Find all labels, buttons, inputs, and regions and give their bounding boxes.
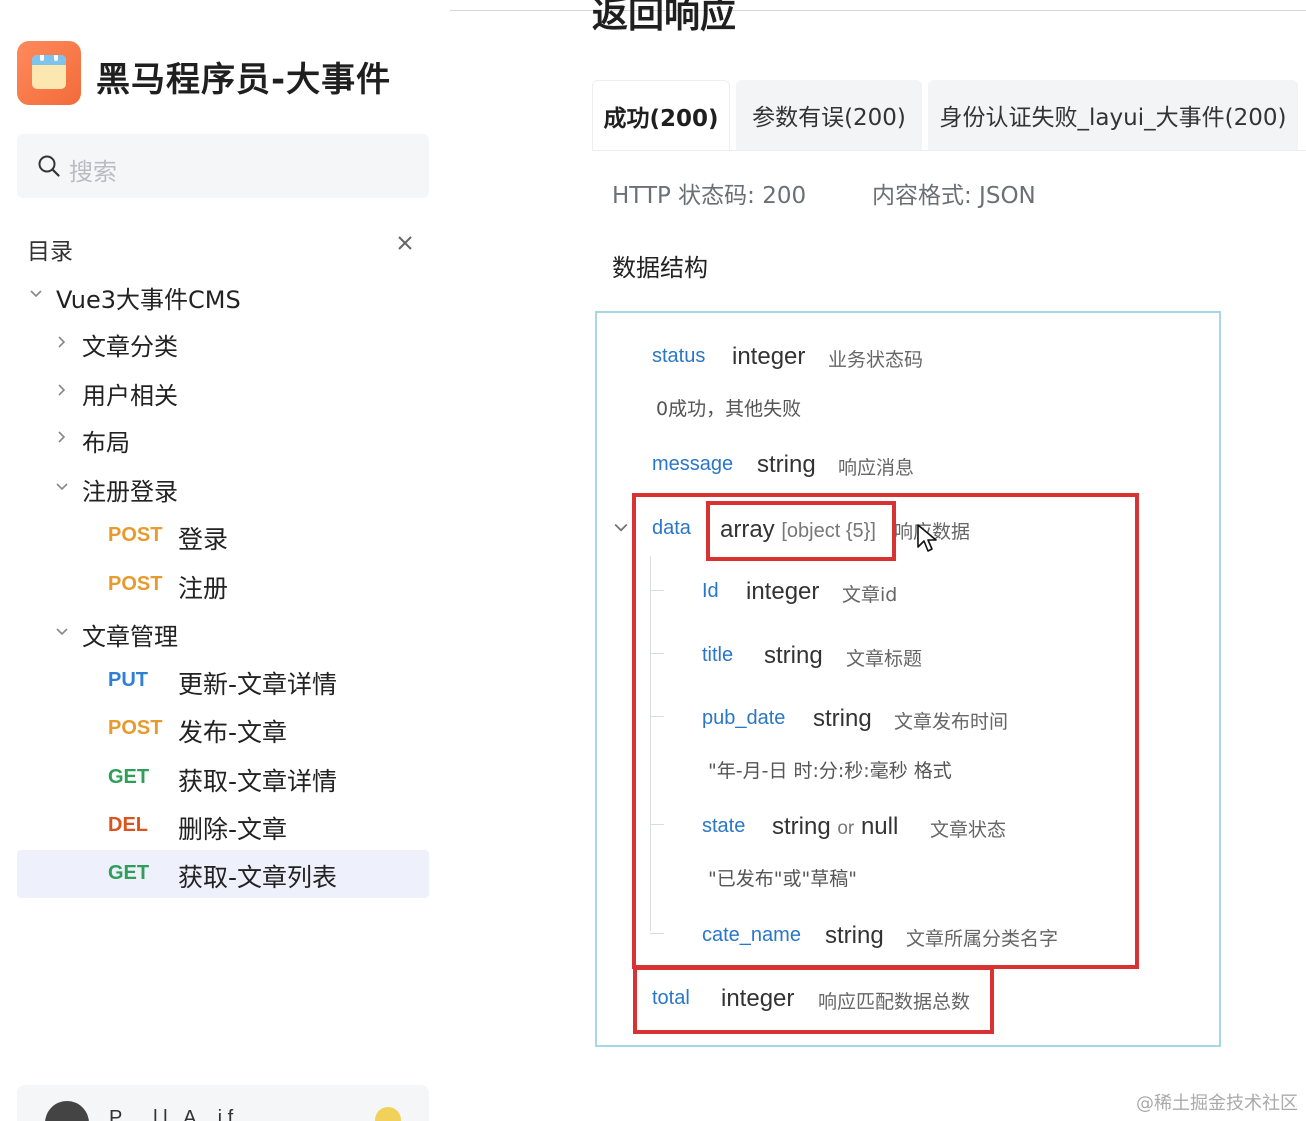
highlight-box-total: [633, 966, 994, 1034]
api-item-update-article[interactable]: 更新-文章详情: [178, 665, 337, 701]
response-tabs: 成功(200) 参数有误(200) 身份认证失败_layui_大事件(200): [592, 80, 1306, 150]
field-note: 0成功，其他失败: [656, 398, 802, 420]
field-name-message: message: [652, 453, 734, 475]
search-placeholder: 搜索: [69, 158, 117, 186]
app-logo: [17, 41, 81, 105]
field-type: string: [757, 451, 816, 478]
bottom-user-card[interactable]: P..... l l . A .. i f: [17, 1085, 429, 1121]
chevron-down-icon[interactable]: [56, 626, 68, 638]
tree-group-article-category[interactable]: 文章分类: [82, 327, 178, 362]
tree-group-layout[interactable]: 布局: [82, 423, 130, 458]
mouse-cursor-icon: [917, 524, 937, 552]
method-badge: DEL: [108, 814, 148, 836]
chevron-right-icon[interactable]: [56, 336, 68, 348]
chevron-down-icon[interactable]: [56, 481, 68, 493]
api-item-delete-article[interactable]: 删除-文章: [178, 810, 287, 846]
api-item-publish-article[interactable]: 发布-文章: [178, 713, 287, 749]
search-box[interactable]: 搜索: [17, 134, 429, 198]
bottom-text: P..... l l . A .. i f: [109, 1107, 234, 1121]
tree-group-article-manage[interactable]: 文章管理: [82, 617, 178, 652]
avatar: [45, 1101, 89, 1121]
sun-icon[interactable]: [375, 1107, 401, 1121]
api-item-list-article[interactable]: 获取-文章列表: [178, 858, 337, 894]
tree-group-user[interactable]: 用户相关: [82, 376, 178, 411]
chevron-down-icon[interactable]: [614, 521, 628, 535]
toc-heading: 目录: [27, 239, 73, 265]
method-badge: GET: [108, 766, 150, 788]
highlight-box-array: [706, 501, 896, 561]
calendar-icon: [32, 55, 66, 89]
highlight-box-data: [632, 493, 1139, 969]
api-item-get-article[interactable]: 获取-文章详情: [178, 762, 337, 798]
http-status: HTTP 状态码: 200: [612, 183, 807, 209]
chevron-right-icon[interactable]: [56, 431, 68, 443]
method-badge: POST: [108, 717, 163, 739]
field-type: integer: [732, 343, 806, 370]
section-heading-response: 返回响应: [592, 0, 737, 36]
method-badge: POST: [108, 524, 163, 546]
method-badge: PUT: [108, 669, 148, 691]
tree-group-register-login[interactable]: 注册登录: [82, 472, 178, 507]
data-structure-title: 数据结构: [612, 254, 708, 282]
tree-root[interactable]: Vue3大事件CMS: [56, 280, 241, 315]
search-icon: [38, 155, 60, 177]
sidebar: 黑马程序员-大事件 搜索 目录 Vue3大事件CMS 文章分类 用户相关 布局 …: [0, 0, 450, 1121]
method-badge: GET: [108, 862, 150, 884]
tab-param-error[interactable]: 参数有误(200): [736, 80, 922, 150]
app-title: 黑马程序员-大事件: [96, 60, 392, 100]
api-item-register[interactable]: 注册: [178, 569, 228, 605]
field-desc: 响应消息: [838, 457, 915, 479]
tab-auth-failed[interactable]: 身份认证失败_layui_大事件(200): [928, 80, 1298, 150]
content-type: 内容格式: JSON: [872, 183, 1036, 209]
watermark: @稀土掘金技术社区: [1136, 1093, 1298, 1114]
tab-success[interactable]: 成功(200): [592, 80, 730, 150]
field-desc: 业务状态码: [828, 349, 924, 371]
field-name-status: status: [652, 345, 706, 367]
api-item-login[interactable]: 登录: [178, 520, 228, 556]
method-badge: POST: [108, 573, 163, 595]
chevron-right-icon[interactable]: [56, 384, 68, 396]
chevron-down-icon[interactable]: [30, 288, 42, 300]
close-icon[interactable]: [396, 234, 414, 252]
